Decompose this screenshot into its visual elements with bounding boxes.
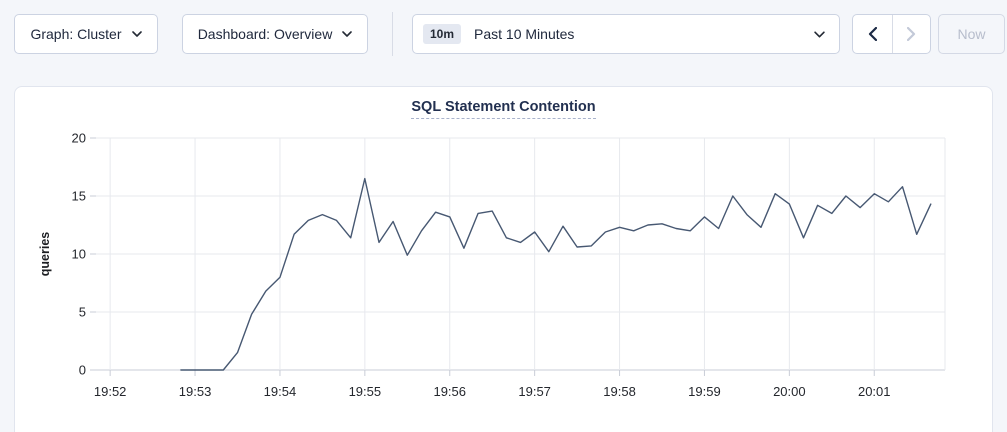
now-button[interactable]: Now bbox=[938, 14, 1005, 54]
y-tick-label: 20 bbox=[72, 131, 86, 146]
dashboard-dropdown-label: Dashboard: Overview bbox=[198, 26, 333, 42]
x-tick-label: 19:56 bbox=[433, 384, 466, 399]
data-line bbox=[181, 179, 931, 370]
x-tick-label: 19:54 bbox=[264, 384, 297, 399]
y-tick-label: 15 bbox=[72, 189, 86, 204]
graph-dropdown-label: Graph: Cluster bbox=[30, 26, 121, 42]
x-tick-label: 20:01 bbox=[858, 384, 891, 399]
toolbar-divider bbox=[392, 12, 393, 56]
y-tick-label: 10 bbox=[72, 247, 86, 262]
x-tick-label: 19:57 bbox=[518, 384, 551, 399]
chart-card: SQL Statement Contention 0 5 10 15 20 19:52 19… bbox=[14, 86, 993, 432]
chevron-down-icon bbox=[342, 31, 352, 37]
chevron-left-icon bbox=[868, 27, 877, 41]
chevron-right-icon bbox=[907, 27, 916, 41]
y-axis-label: queries bbox=[38, 232, 52, 277]
x-tick-label: 19:53 bbox=[179, 384, 212, 399]
x-tick-label: 20:00 bbox=[773, 384, 806, 399]
chevron-down-icon bbox=[132, 31, 142, 37]
time-range-badge: 10m bbox=[423, 24, 461, 44]
prev-range-button[interactable] bbox=[853, 15, 892, 53]
time-range-label: Past 10 Minutes bbox=[474, 26, 814, 42]
y-tick-label: 5 bbox=[79, 305, 86, 320]
x-tick-label: 19:58 bbox=[603, 384, 636, 399]
graph-dropdown-button[interactable]: Graph: Cluster bbox=[14, 14, 158, 54]
chart-title[interactable]: SQL Statement Contention bbox=[411, 99, 595, 119]
dashboard-dropdown-button[interactable]: Dashboard: Overview bbox=[182, 14, 368, 54]
sql-contention-chart[interactable]: 0 5 10 15 20 19:52 19:53 19:54 19:55 19:56 19:57 19… bbox=[15, 125, 992, 432]
y-tick-label: 0 bbox=[79, 363, 86, 378]
chevron-down-icon bbox=[814, 31, 825, 38]
time-range-selector[interactable]: 10m Past 10 Minutes bbox=[412, 14, 840, 54]
chart-title-row: SQL Statement Contention bbox=[15, 98, 992, 122]
toolbar: Graph: Cluster Dashboard: Overview 10m P… bbox=[14, 14, 993, 54]
x-tick-label: 19:55 bbox=[349, 384, 382, 399]
next-range-button[interactable] bbox=[892, 15, 931, 53]
time-nav-group bbox=[852, 14, 931, 54]
x-tick-label: 19:52 bbox=[94, 384, 127, 399]
now-button-label: Now bbox=[957, 26, 985, 42]
x-tick-label: 19:59 bbox=[688, 384, 721, 399]
